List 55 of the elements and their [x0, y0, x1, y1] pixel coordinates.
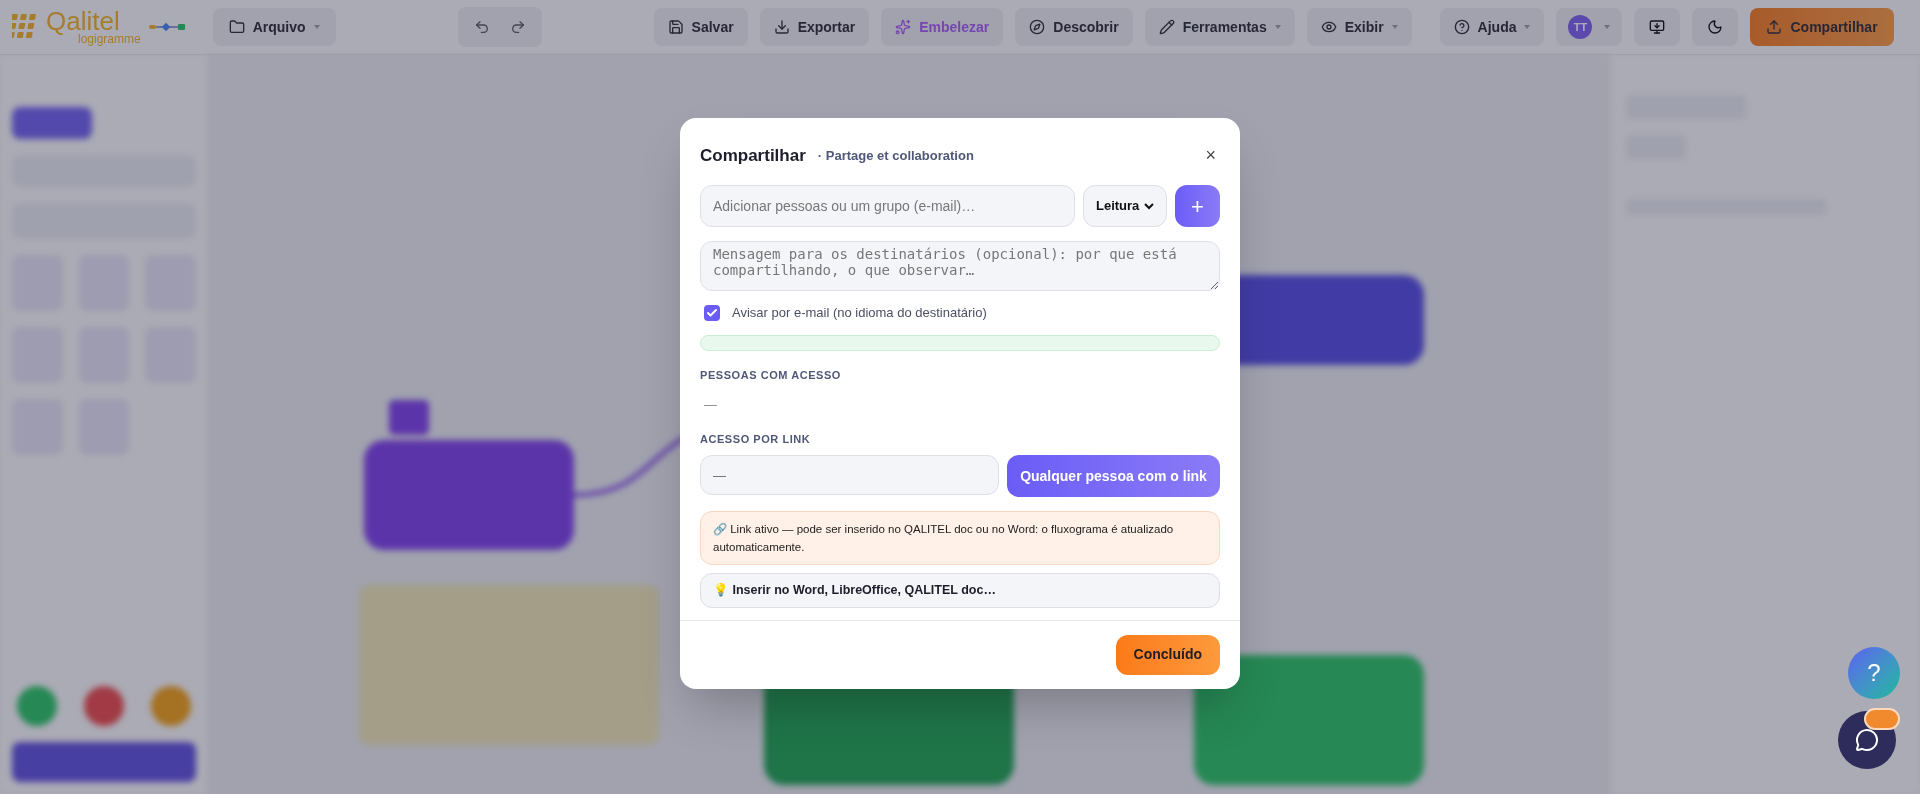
sparkle-icon — [895, 19, 912, 35]
theme-button[interactable] — [1692, 8, 1739, 46]
caret-icon — [1604, 25, 1611, 29]
people-empty: — — [704, 396, 718, 414]
chat-icon — [1855, 728, 1879, 752]
done-button[interactable]: Concluído — [1115, 634, 1220, 675]
account-button[interactable]: TT — [1556, 8, 1623, 46]
install-button[interactable] — [1634, 8, 1681, 46]
link-access-button[interactable]: Qualquer pessoa com o link — [1007, 455, 1220, 497]
caret-icon — [313, 25, 320, 29]
caret-icon — [1524, 25, 1531, 29]
moon-icon — [1707, 19, 1724, 35]
menu-button[interactable]: Arquivo — [212, 8, 336, 46]
link-heading: ACESSO POR LINK — [700, 431, 812, 447]
message-field[interactable]: Mensagem para os destinatários (opcional): por que está compartilhando, o que observar… — [700, 241, 1220, 291]
chevron-icon — [1144, 202, 1154, 210]
help-icon — [1453, 19, 1470, 35]
undo-icon — [473, 19, 490, 35]
notification-badge — [1864, 708, 1900, 730]
link-notice: 🔗 Link ativo — pode ser inserido no QALITEL doc ou no Word: o fluxograma é atualizado automaticamente. — [700, 511, 1220, 565]
people-heading: PESSOAS COM ACESSO — [700, 367, 842, 383]
logo-icon — [12, 14, 38, 40]
notify-label: Avisar por e-mail (no idioma do destinatário) — [732, 304, 987, 322]
link-field[interactable]: — — [700, 455, 999, 495]
caret-icon — [1391, 25, 1398, 29]
upload-icon — [1766, 19, 1783, 35]
close-button[interactable]: × — [1205, 142, 1216, 169]
logo-subtitle: logigramme — [78, 33, 141, 45]
toolbar-button[interactable]: Descobrir — [1015, 8, 1133, 46]
folder-icon — [228, 19, 245, 35]
role-select[interactable]: Leitura — [1083, 185, 1167, 227]
monitor-download-icon — [1649, 19, 1666, 35]
caret-icon — [1274, 25, 1281, 29]
toolbar-button[interactable]: Exportar — [759, 8, 870, 46]
toolbar-button[interactable]: Exibir — [1306, 8, 1412, 46]
compass-icon — [1029, 19, 1046, 35]
share-button[interactable]: Compartilhar — [1750, 8, 1894, 46]
floppy-icon — [667, 19, 684, 35]
notify-checkbox[interactable] — [704, 304, 720, 321]
pencil-icon — [1158, 19, 1175, 35]
flow-icon — [148, 22, 185, 32]
toolbar-button[interactable]: Ferramentas — [1144, 8, 1295, 46]
dialog-title: Compartilhar — [700, 144, 806, 167]
logo-name: Qalitel — [46, 9, 120, 33]
embed-tip[interactable]: 💡 Inserir no Word, LibreOffice, QALITEL doc… — [700, 573, 1220, 608]
avatar: TT — [1568, 15, 1593, 39]
invite-field[interactable]: Adicionar pessoas ou um grupo (e-mail)… — [700, 185, 1075, 227]
check-icon — [706, 306, 718, 319]
toolbar-button[interactable]: Salvar — [653, 8, 748, 46]
download-icon — [773, 19, 790, 35]
dialog-subtitle: · Partage et collaboration — [817, 146, 974, 165]
help-menu-button[interactable]: Ajuda — [1439, 8, 1545, 46]
add-button[interactable]: + — [1175, 185, 1220, 227]
redo-icon — [509, 19, 526, 35]
eye-icon — [1320, 19, 1337, 35]
